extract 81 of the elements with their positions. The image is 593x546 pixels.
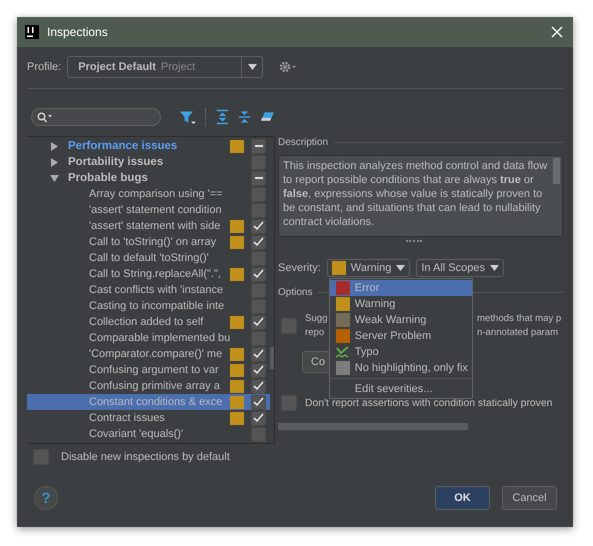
inspection-row[interactable]: Comparable implemented bu [27,330,270,346]
cancel-button[interactable]: Cancel [502,486,557,510]
severity-label: Severity: [278,262,321,274]
scrollbar-thumb[interactable] [553,158,560,184]
tree-checkbox[interactable] [251,314,266,330]
category-label[interactable]: Performance issues [68,140,230,152]
tree-checkbox[interactable] [251,378,266,394]
checkbox-label: Disable new inspections by default [61,451,230,463]
tree-checkbox[interactable] [251,362,266,378]
tree-checkbox[interactable] [251,426,266,442]
checkbox[interactable] [281,318,297,334]
tree-checkbox[interactable] [251,330,266,346]
menu-item[interactable]: Server Problem [330,328,472,344]
tree-checkbox[interactable] [251,410,266,426]
typo-check-icon [336,346,349,358]
checkbox[interactable] [281,395,297,411]
tree-checkbox[interactable] [251,282,266,298]
menu-item[interactable]: Edit severities... [330,381,472,397]
ok-button[interactable]: OK [435,486,490,510]
inspection-row[interactable]: Confusing primitive array a [27,378,270,394]
inspection-row[interactable]: Covariant 'equals()' [27,426,270,442]
tree-checkbox[interactable] [251,250,266,266]
inspection-row[interactable]: Contract issues [27,410,270,426]
option-text: repo [305,326,324,340]
eraser-icon[interactable] [260,111,275,123]
collapse-all-icon[interactable] [238,109,252,125]
inspection-row[interactable]: 'assert' statement with side [27,218,270,234]
settings-icon[interactable] [279,61,298,73]
tree-checkbox[interactable] [251,218,266,234]
expand-all-icon[interactable] [216,109,230,125]
checkbox[interactable] [33,449,49,465]
inspection-row[interactable]: Confusing argument to var [27,362,270,378]
app-logo-icon [25,25,39,39]
inspection-row[interactable]: Casting to incompatible inte [27,298,270,314]
tree-checkbox[interactable] [251,234,266,250]
menu-item[interactable]: No highlighting, only fix [330,360,472,376]
section-title: Description [278,136,328,148]
option-text: methods that may p [477,312,562,326]
option-text: n-annotated param [477,326,558,340]
splitter-handle[interactable] [406,240,422,245]
tree-checkbox[interactable] [251,394,266,410]
category-label[interactable]: Portability issues [68,156,230,168]
search-field[interactable] [31,108,162,126]
search-icon [37,112,53,122]
collapsed-arrow-icon[interactable] [50,142,59,150]
tree-checkbox[interactable] [251,138,266,154]
inspection-row[interactable]: Call to String.replaceAll(".", [27,266,270,282]
tree-checkbox[interactable] [251,298,266,314]
caret-icon [396,265,406,271]
menu-item[interactable]: Warning [330,296,472,312]
option-text: Sugg [305,312,328,326]
menu-item[interactable]: Weak Warning [330,312,472,328]
scope-dropdown[interactable]: In All Scopes [416,259,504,277]
tree-checkbox[interactable] [251,202,266,218]
severity-dropdown[interactable]: Warning [326,259,410,277]
tree-checkbox[interactable] [251,186,266,202]
filter-icon[interactable] [180,110,196,124]
description-text: This inspection analyzes method control and data flow to report possible conditions that are always true or false, expressions whose value is statically proven to be constant, and situations that can lead to nullability contract violations. [283,159,548,230]
inspection-row[interactable]: Call to 'toString()' on array [27,234,270,250]
caret-icon [248,64,257,70]
inspection-row[interactable]: Array comparison using '== [27,186,270,202]
inspection-row[interactable]: Collection added to self [27,314,270,330]
inspection-row[interactable]: 'Comparator.compare()' me [27,346,270,362]
scrollbar-thumb[interactable] [278,423,468,430]
tree-checkbox[interactable] [251,154,266,170]
window-title: Inspections [47,25,109,39]
category-label[interactable]: Probable bugs [68,172,230,184]
section-title: Options [278,286,312,298]
caret-icon [490,265,499,271]
close-icon[interactable] [551,26,563,38]
tree-checkbox[interactable] [251,170,266,186]
expanded-arrow-icon[interactable] [50,174,59,182]
tree-checkbox[interactable] [251,266,266,282]
profile-dropdown[interactable]: Project Default Project [67,56,264,78]
checkbox-label: Don't report assertions with condition statically proven [305,398,552,408]
inspection-row[interactable]: Cast conflicts with 'instance [27,282,270,298]
inspection-row[interactable]: 'assert' statement condition [27,202,270,218]
inspection-row[interactable]: Call to default 'toString()' [27,250,270,266]
collapsed-arrow-icon[interactable] [50,158,59,166]
tree-checkbox[interactable] [251,346,266,362]
profile-label: Profile: [27,61,62,73]
